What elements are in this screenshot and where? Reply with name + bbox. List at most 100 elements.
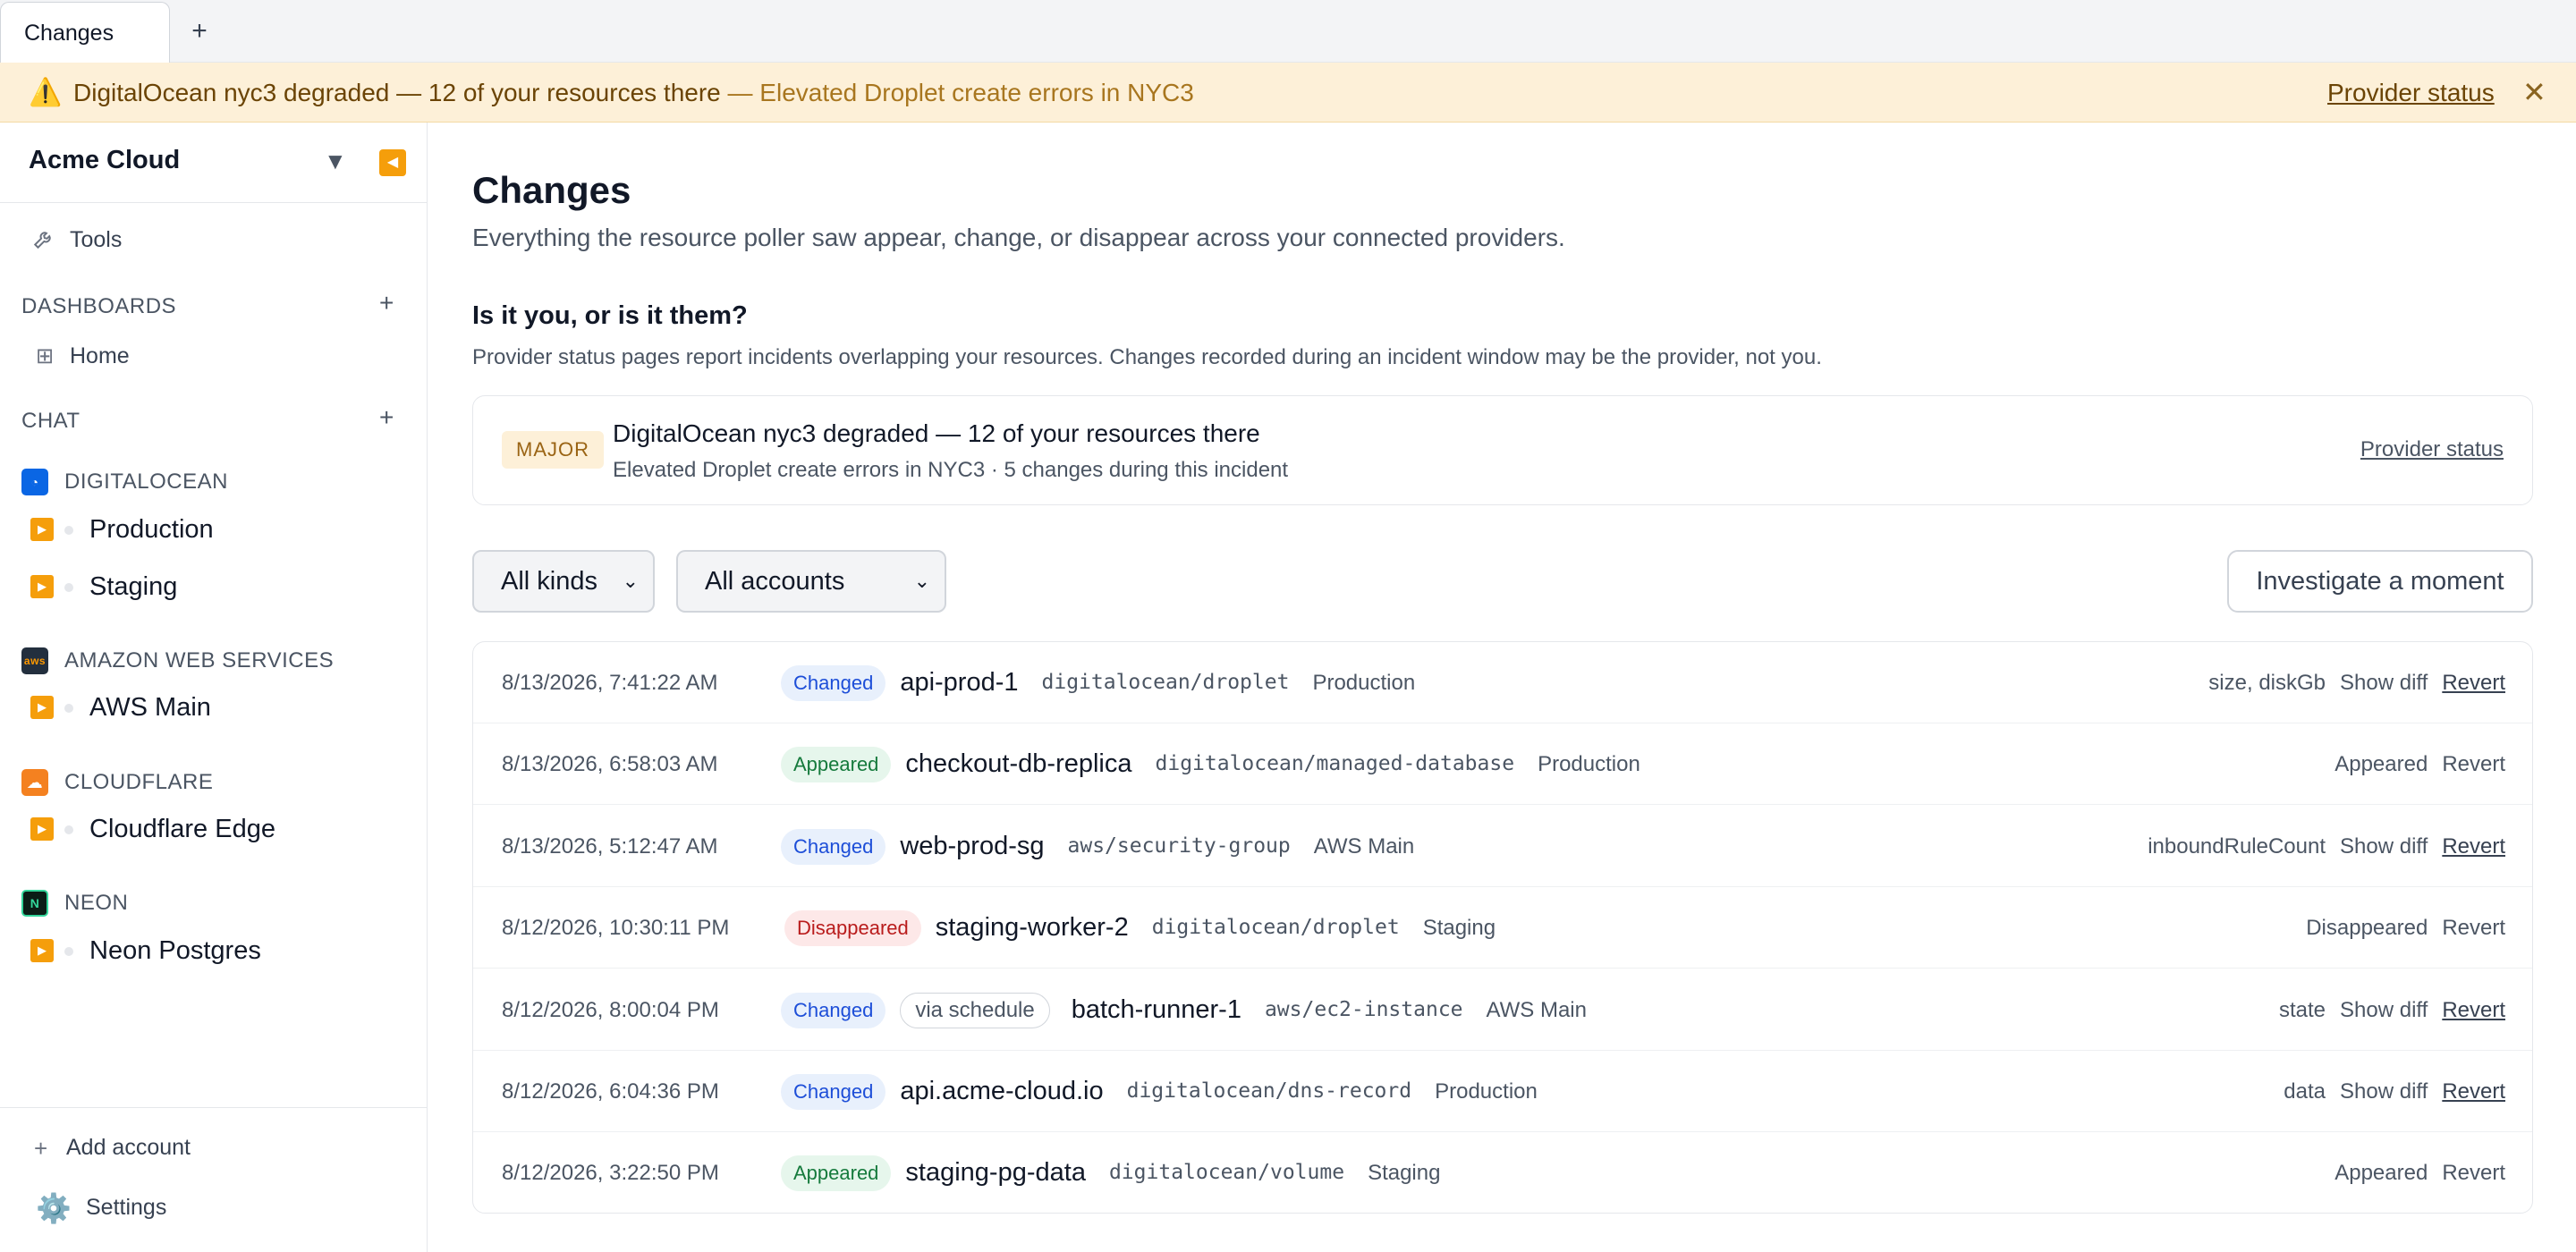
sidebar-item-home[interactable]: ⊞ Home <box>0 343 428 374</box>
sidebar-item-tools[interactable]: Tools <box>0 227 428 258</box>
show-diff-button[interactable]: Show diff <box>2340 998 2428 1022</box>
kind-filter-value: All kinds <box>501 567 597 596</box>
provider-name: NEON <box>64 891 129 915</box>
change-time: 8/12/2026, 6:04:36 PM <box>502 1079 719 1104</box>
investigate-button[interactable]: Investigate a moment <box>2227 550 2533 613</box>
changed-fields: Appeared <box>2334 752 2428 776</box>
sidebar-item-cloudflare-edge[interactable]: ▶ Cloudflare Edge <box>30 814 424 844</box>
table-row[interactable]: 8/13/2026, 5:12:47 AM Changed web-prod-sg a… <box>473 806 2532 887</box>
row-actions: size, diskGb Show diff Revert <box>2194 642 2505 723</box>
tab-changes[interactable]: Changes <box>0 2 170 63</box>
table-row[interactable]: 8/12/2026, 10:30:11 PM Disappeared staging… <box>473 887 2532 969</box>
divider <box>0 1107 428 1108</box>
resource-name[interactable]: staging-pg-data <box>905 1132 1086 1213</box>
resource-kind: digitalocean/dns-record <box>1126 1079 1412 1103</box>
section-title: Is it you, or is it them? <box>472 301 748 330</box>
resource-name[interactable]: web-prod-sg <box>900 806 1044 887</box>
resource-account: Staging <box>1422 916 1496 940</box>
status-dot <box>64 704 73 713</box>
resource-name[interactable]: api.acme-cloud.io <box>900 1051 1103 1132</box>
resource-name[interactable]: staging-worker-2 <box>936 887 1129 969</box>
resource-name[interactable]: checkout-db-replica <box>905 723 1131 805</box>
dashboards-heading: DASHBOARDS <box>21 294 177 318</box>
tab-bar: Changes + <box>0 0 2576 63</box>
row-actions: Appeared Revert <box>2320 1132 2505 1213</box>
account-name: Neon Postgres <box>89 936 261 965</box>
aws-logo-icon: aws <box>21 647 48 674</box>
changes-table: 8/13/2026, 7:41:22 AM Changed api-prod-1 di… <box>472 641 2533 1214</box>
changed-fields: state <box>2278 998 2326 1022</box>
revert-button[interactable]: Revert <box>2442 916 2505 940</box>
settings-button[interactable]: ⚙️ Settings <box>0 1191 428 1227</box>
chevron-down-icon[interactable]: ▼ <box>324 148 347 175</box>
revert-button[interactable]: Revert <box>2442 671 2505 695</box>
banner-subtitle: — Elevated Droplet create errors in NYC3 <box>720 79 1194 106</box>
table-row[interactable]: 8/12/2026, 3:22:50 PM Appeared staging-pg-… <box>473 1132 2532 1213</box>
provider-aws: aws AMAZON WEB SERVICES <box>21 647 424 674</box>
chat-heading: CHAT <box>21 409 80 433</box>
add-dashboard-button[interactable]: + <box>379 289 394 317</box>
row-actions: data Show diff Revert <box>2269 1051 2505 1132</box>
sidebar-item-production[interactable]: ▶ Production <box>30 514 424 545</box>
resource-kind: aws/ec2-instance <box>1264 998 1463 1021</box>
row-actions: Disappeared Revert <box>2292 887 2505 969</box>
sidebar: Acme Cloud ▼ ◀ Tools DASHBOARDS + ⊞ Home… <box>0 123 428 1252</box>
resource-kind: digitalocean/droplet <box>1151 916 1400 939</box>
resource-account: Staging <box>1368 1161 1441 1185</box>
resource-name[interactable]: api-prod-1 <box>900 642 1018 723</box>
chevron-down-icon: ⌄ <box>913 570 930 592</box>
sidebar-item-neon-postgres[interactable]: ▶ Neon Postgres <box>30 935 424 966</box>
resource-name[interactable]: batch-runner-1 <box>1072 969 1241 1051</box>
table-row[interactable]: 8/13/2026, 6:58:03 AM Appeared checkout-db… <box>473 723 2532 805</box>
status-dot <box>64 583 73 592</box>
account-filter-select[interactable]: All accounts ⌄ <box>676 550 946 613</box>
table-row[interactable]: 8/12/2026, 6:04:36 PM Changed api.acme-clo… <box>473 1051 2532 1132</box>
revert-button[interactable]: Revert <box>2442 1079 2505 1104</box>
sidebar-item-staging[interactable]: ▶ Staging <box>30 571 424 602</box>
resource-account: Production <box>1538 752 1640 776</box>
new-tab-button[interactable]: + <box>184 16 215 47</box>
collapse-sidebar-icon[interactable]: ◀ <box>379 149 406 176</box>
kind-filter-select[interactable]: All kinds ⌄ <box>472 550 655 613</box>
sidebar-item-aws-main[interactable]: ▶ AWS Main <box>30 692 424 723</box>
close-icon[interactable]: ✕ <box>2522 63 2546 123</box>
status-badge: Appeared <box>781 746 892 782</box>
play-icon: ▶ <box>30 817 54 841</box>
add-account-button[interactable]: + Add account <box>0 1135 428 1165</box>
show-diff-button[interactable]: Show diff <box>2340 671 2428 695</box>
incident-subtitle: Elevated Droplet create errors in NYC3 ·… <box>613 458 1289 482</box>
resource-kind: aws/security-group <box>1067 834 1291 858</box>
resource-kind: digitalocean/droplet <box>1041 671 1290 694</box>
gear-icon: ⚙️ <box>36 1192 72 1224</box>
org-name[interactable]: Acme Cloud <box>29 146 180 175</box>
change-time: 8/13/2026, 6:58:03 AM <box>502 752 718 776</box>
revert-button[interactable]: Revert <box>2442 1161 2505 1185</box>
show-diff-button[interactable]: Show diff <box>2340 1079 2428 1104</box>
resource-kind: digitalocean/volume <box>1108 1161 1345 1184</box>
changed-fields: inboundRuleCount <box>2148 834 2326 859</box>
revert-button[interactable]: Revert <box>2442 998 2505 1022</box>
revert-button[interactable]: Revert <box>2442 834 2505 859</box>
change-resource: Disappeared staging-worker-2 digitalocean/… <box>784 887 1496 969</box>
status-dot <box>64 825 73 834</box>
show-diff-button[interactable]: Show diff <box>2340 834 2428 859</box>
banner-provider-status-link[interactable]: Provider status <box>2327 63 2495 123</box>
change-resource: Appeared staging-pg-data digitalocean/volu… <box>781 1132 1441 1213</box>
change-time: 8/12/2026, 8:00:04 PM <box>502 998 719 1022</box>
resource-account: Production <box>1435 1079 1538 1104</box>
revert-button[interactable]: Revert <box>2442 752 2505 776</box>
table-row[interactable]: 8/12/2026, 8:00:04 PM Changed via schedule… <box>473 969 2532 1051</box>
add-chat-button[interactable]: + <box>379 403 394 432</box>
page-description: Everything the resource poller saw appea… <box>472 224 1565 251</box>
provider-name: AMAZON WEB SERVICES <box>64 648 335 673</box>
incident-provider-status-link[interactable]: Provider status <box>2360 437 2504 462</box>
play-icon: ▶ <box>30 518 54 541</box>
table-row[interactable]: 8/13/2026, 7:41:22 AM Changed api-prod-1 di… <box>473 642 2532 723</box>
plus-icon: + <box>34 1135 48 1162</box>
row-actions: inboundRuleCount Show diff Revert <box>2133 806 2505 887</box>
status-badge: Disappeared <box>784 909 921 946</box>
status-dot <box>64 947 73 956</box>
digitalocean-logo-icon: ◔ <box>21 469 48 495</box>
banner-title: DigitalOcean nyc3 degraded — 12 of your … <box>73 79 721 106</box>
section-description: Provider status pages report incidents o… <box>472 345 1822 369</box>
